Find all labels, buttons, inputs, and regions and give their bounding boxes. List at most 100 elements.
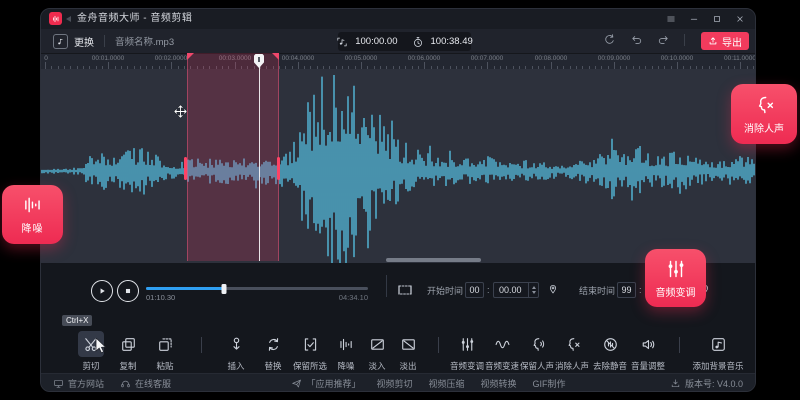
promo-denoise-button[interactable]: 降噪 <box>2 185 63 244</box>
speaker-icon <box>640 336 657 353</box>
divider <box>684 34 685 46</box>
cut-tooltip: Ctrl+X <box>62 315 92 326</box>
selection-region[interactable] <box>187 53 279 261</box>
window-controls <box>666 9 745 29</box>
menu-icon[interactable] <box>666 14 676 24</box>
start-marker-pin-icon[interactable] <box>547 283 559 295</box>
start-time-label: 开始时间 <box>427 284 463 297</box>
progress-slider[interactable] <box>146 287 368 290</box>
start-minutes-input[interactable]: 00 <box>465 282 484 298</box>
fade-out-icon <box>400 336 417 353</box>
selection-corner-left-icon <box>187 53 194 60</box>
tool-fade-out[interactable]: 淡出 <box>376 331 440 372</box>
ruler-label: 00:01.0000 <box>92 55 125 62</box>
replace-label: 更换 <box>74 34 94 49</box>
logo-flag-icon <box>66 16 71 22</box>
minimize-icon[interactable] <box>689 14 699 24</box>
paper-plane-icon <box>291 378 302 389</box>
current-time: 01:10.30 <box>146 293 175 302</box>
export-icon <box>708 36 718 46</box>
maximize-icon[interactable] <box>712 14 722 24</box>
tool-paste[interactable]: 粘贴 <box>133 331 197 372</box>
stop-button[interactable] <box>117 280 139 302</box>
link-video-convert[interactable]: 视频转换 <box>481 377 517 390</box>
divider <box>679 337 680 353</box>
denoise-bars-icon <box>22 194 44 216</box>
waveform-panel[interactable] <box>41 69 755 263</box>
close-icon[interactable] <box>735 14 745 24</box>
sliders-icon <box>665 258 687 280</box>
export-button[interactable]: 导出 <box>701 32 749 50</box>
toolbar: 更换 音频名称.mp3 100:00.00 100:38.49 导出 <box>41 29 755 53</box>
timeline-ruler[interactable]: 0 00:01.0000 00:02.0000 00:03.0000 00:04… <box>41 53 755 69</box>
divider <box>201 337 202 353</box>
elapsed-value: 100:38.49 <box>431 36 473 47</box>
replace-audio-button[interactable]: 更换 音频名称.mp3 <box>53 32 174 50</box>
selection-corner-right-icon <box>272 53 279 60</box>
ruler-label: 00:11.0000 <box>724 55 756 62</box>
refresh-icon[interactable] <box>603 33 616 46</box>
headset-icon <box>120 378 131 389</box>
music-note-icon <box>53 34 68 49</box>
selection-handle-left[interactable] <box>184 157 188 180</box>
titlebar: 金舟音频大师 - 音频剪辑 <box>41 9 755 29</box>
music-square-icon <box>710 336 727 353</box>
customer-service-link[interactable]: 在线客服 <box>120 377 171 390</box>
stop-icon <box>122 285 134 297</box>
ruler-label: 00:06.0000 <box>408 55 441 62</box>
play-button[interactable] <box>91 280 113 302</box>
undo-icon[interactable] <box>630 33 643 46</box>
link-video-compress[interactable]: 视频压缩 <box>429 377 465 390</box>
link-video-cut[interactable]: 视频剪切 <box>376 377 412 390</box>
link-gif-maker[interactable]: GIF制作 <box>533 377 566 390</box>
ruler-label: 00:08.0000 <box>535 55 568 62</box>
tools-bar: Ctrl+X 剪切 复制 粘贴 插入 替换 <box>41 309 755 373</box>
ruler-label: 00:07.0000 <box>471 55 504 62</box>
select-region-icon[interactable] <box>397 282 413 298</box>
waveform-path <box>42 75 756 263</box>
colon: : <box>487 285 490 295</box>
selection-handle-right[interactable] <box>277 157 281 180</box>
start-seconds-value: 00.00 <box>499 285 522 295</box>
playhead-line[interactable] <box>259 58 260 261</box>
progress-fill <box>146 287 224 290</box>
audio-filename: 音频名称.mp3 <box>115 34 174 48</box>
start-spinner[interactable] <box>528 283 538 297</box>
app-logo <box>49 12 62 25</box>
window-title: 金舟音频大师 - 音频剪辑 <box>77 9 192 29</box>
ruler-label: 00:04.0000 <box>282 55 315 62</box>
horizontal-scrollbar[interactable] <box>386 258 481 262</box>
tool-bg-music[interactable]: 添加背景音乐 <box>686 331 750 372</box>
ruler-label: 00:02.0000 <box>155 55 188 62</box>
statusbar: 官方网站 在线客服 「应用推荐」 视频剪切 视频压缩 视频转换 GIF制作 版本… <box>41 373 755 392</box>
move-cursor-icon <box>173 104 188 119</box>
ruler-label: 00:10.0000 <box>661 55 694 62</box>
end-minutes-input[interactable]: 99 <box>617 282 636 298</box>
app-recommend-link[interactable]: 「应用推荐」 <box>291 377 360 390</box>
official-site-link[interactable]: 官方网站 <box>53 377 104 390</box>
ruler-label: 0 <box>44 55 48 62</box>
progress-thumb[interactable] <box>221 284 226 294</box>
promo-remove-vocal-button[interactable]: 消除人声 <box>731 84 797 144</box>
version-info: 版本号: V4.0.0 <box>670 377 743 390</box>
duration-value: 100:00.00 <box>355 36 397 47</box>
face-x-icon <box>753 94 775 116</box>
redo-icon[interactable] <box>657 33 670 46</box>
export-label: 导出 <box>722 34 742 49</box>
ruler-label: 00:05.0000 <box>345 55 378 62</box>
screenshot-stage: 金舟音频大师 - 音频剪辑 更换 音频名称.mp3 100:00.00 <box>0 0 800 400</box>
divider <box>104 35 105 47</box>
monitor-icon <box>53 378 64 389</box>
end-time-label: 结束时间 <box>579 284 615 297</box>
paste-icon <box>157 336 174 353</box>
tool-volume[interactable]: 音量调整 <box>616 331 680 372</box>
logo-waveform-icon <box>51 14 61 24</box>
promo-pitch-button[interactable]: 音频变调 <box>645 249 706 307</box>
stopwatch-icon <box>412 36 424 48</box>
start-seconds-input[interactable]: 00.00 <box>493 282 539 298</box>
time-display-box: 100:00.00 100:38.49 <box>338 32 471 51</box>
recommend-links: 「应用推荐」 视频剪切 视频压缩 视频转换 GIF制作 <box>291 377 565 390</box>
play-icon <box>96 285 108 297</box>
download-icon <box>670 378 681 389</box>
app-window: 金舟音频大师 - 音频剪辑 更换 音频名称.mp3 100:00.00 <box>40 8 756 392</box>
